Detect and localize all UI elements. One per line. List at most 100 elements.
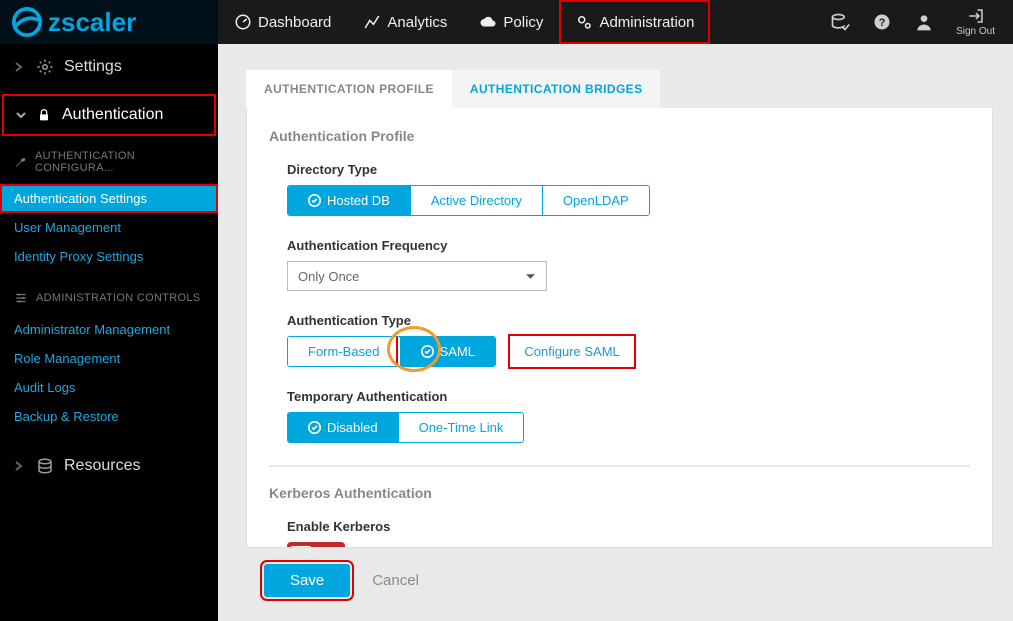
directory-type-active-directory[interactable]: Active Directory — [410, 186, 542, 215]
section-kerberos: Kerberos Authentication — [269, 485, 970, 501]
enable-kerberos-label: Enable Kerberos — [287, 519, 970, 534]
sidebar-link-auth-settings[interactable]: Authentication Settings — [0, 184, 218, 213]
seg-label: Form-Based — [308, 344, 380, 359]
auth-type-segment: Form-Based SAML — [287, 336, 496, 367]
signout-button[interactable]: Sign Out — [956, 7, 995, 37]
lock-icon — [36, 107, 52, 123]
tab-label: AUTHENTICATION BRIDGES — [470, 82, 643, 96]
section-auth-profile: Authentication Profile — [269, 128, 970, 144]
tab-auth-bridges[interactable]: AUTHENTICATION BRIDGES — [452, 70, 661, 108]
configure-saml-label: Configure SAML — [524, 344, 619, 359]
sidebar-link-user-management[interactable]: User Management — [0, 213, 218, 242]
field-temp-auth: Temporary Authentication Disabled One-Ti… — [287, 389, 970, 443]
database-icon — [36, 457, 54, 475]
tab-auth-profile[interactable]: AUTHENTICATION PROFILE — [246, 70, 452, 108]
sidebar-link-label: User Management — [14, 220, 121, 235]
brand-name: zscaler — [48, 7, 136, 38]
temp-auth-disabled[interactable]: Disabled — [288, 413, 398, 442]
directory-type-segment: Hosted DB Active Directory OpenLDAP — [287, 185, 650, 216]
sidebar-link-identity-proxy[interactable]: Identity Proxy Settings — [0, 242, 218, 271]
brand-logo: zscaler — [0, 0, 218, 44]
auth-type-saml[interactable]: SAML — [400, 337, 495, 366]
chevron-down-icon — [16, 107, 26, 123]
sidebar-link-label: Audit Logs — [14, 380, 75, 395]
gears-icon — [575, 13, 593, 31]
configure-saml-link[interactable]: Configure SAML — [512, 338, 631, 365]
auth-type-label: Authentication Type — [287, 313, 970, 328]
sidebar-link-label: Identity Proxy Settings — [14, 249, 143, 264]
auth-profile-panel: Authentication Profile Directory Type Ho… — [246, 108, 993, 548]
analytics-icon — [363, 13, 381, 31]
field-enable-kerberos: Enable Kerberos — [287, 519, 970, 548]
nav-policy-label: Policy — [503, 14, 543, 31]
nav-dashboard-label: Dashboard — [258, 14, 331, 31]
temp-auth-label: Temporary Authentication — [287, 389, 970, 404]
field-auth-frequency: Authentication Frequency Only Once — [287, 238, 970, 291]
sidebar-link-label: Role Management — [14, 351, 120, 366]
tabs: AUTHENTICATION PROFILE AUTHENTICATION BR… — [246, 70, 993, 108]
temp-auth-segment: Disabled One-Time Link — [287, 412, 524, 443]
directory-type-openldap[interactable]: OpenLDAP — [542, 186, 649, 215]
brand-swirl-icon — [12, 7, 42, 37]
sidebar-resources[interactable]: Resources — [0, 443, 218, 489]
sidebar-authentication[interactable]: Authentication — [2, 94, 216, 136]
sidebar-settings-label: Settings — [64, 58, 122, 76]
field-auth-type: Authentication Type Form-Based SAML Conf… — [287, 313, 970, 367]
chevron-right-icon — [14, 62, 24, 72]
directory-type-label: Directory Type — [287, 162, 970, 177]
temp-auth-one-time-link[interactable]: One-Time Link — [398, 413, 524, 442]
cancel-label: Cancel — [372, 572, 419, 589]
sidebar-link-admin-management[interactable]: Administrator Management — [0, 315, 218, 344]
check-circle-icon — [308, 421, 321, 434]
sidebar-settings[interactable]: Settings — [0, 44, 218, 90]
sidebar: Settings Authentication AUTHENTICATION C… — [0, 44, 218, 621]
svg-text:?: ? — [879, 17, 886, 29]
topnav: Dashboard Analytics Policy Administratio… — [218, 0, 710, 44]
signout-icon — [967, 7, 985, 25]
cloud-icon — [479, 13, 497, 31]
sliders-icon — [14, 291, 28, 305]
nav-dashboard[interactable]: Dashboard — [218, 0, 347, 44]
nav-analytics[interactable]: Analytics — [347, 0, 463, 44]
sidebar-link-role-management[interactable]: Role Management — [0, 344, 218, 373]
nav-administration[interactable]: Administration — [559, 0, 710, 44]
check-circle-icon — [308, 194, 321, 207]
sidebar-group-auth-config: AUTHENTICATION CONFIGURA... — [0, 140, 218, 184]
check-circle-icon — [421, 345, 434, 358]
save-button[interactable]: Save — [264, 564, 350, 597]
seg-label: OpenLDAP — [563, 193, 629, 208]
user-icon[interactable] — [914, 12, 934, 32]
sidebar-group-admin-controls-label: ADMINISTRATION CONTROLS — [36, 292, 200, 304]
gear-icon — [36, 58, 54, 76]
sidebar-group-admin-controls: ADMINISTRATION CONTROLS — [0, 281, 218, 315]
sidebar-link-backup-restore[interactable]: Backup & Restore — [0, 402, 218, 431]
enable-kerberos-toggle[interactable] — [287, 542, 345, 548]
seg-label: Active Directory — [431, 193, 522, 208]
toggle-knob — [290, 546, 312, 548]
auth-type-form-based[interactable]: Form-Based — [288, 337, 400, 366]
nav-policy[interactable]: Policy — [463, 0, 559, 44]
sidebar-group-auth-config-label: AUTHENTICATION CONFIGURA... — [35, 150, 204, 174]
auth-frequency-label: Authentication Frequency — [287, 238, 970, 253]
footer-actions: Save Cancel — [246, 548, 993, 597]
db-check-icon[interactable] — [830, 12, 850, 32]
sidebar-authentication-label: Authentication — [62, 106, 163, 124]
topbar-right: ? Sign Out — [830, 0, 1013, 44]
seg-label: Hosted DB — [327, 193, 390, 208]
signout-label: Sign Out — [956, 26, 995, 37]
sidebar-link-audit-logs[interactable]: Audit Logs — [0, 373, 218, 402]
sidebar-link-label: Authentication Settings — [14, 191, 147, 206]
help-icon[interactable]: ? — [872, 12, 892, 32]
auth-frequency-select[interactable]: Only Once — [287, 261, 547, 291]
nav-administration-label: Administration — [599, 14, 694, 31]
seg-label: Disabled — [327, 420, 378, 435]
chevron-down-icon — [525, 271, 536, 282]
tab-label: AUTHENTICATION PROFILE — [264, 82, 434, 96]
seg-label: One-Time Link — [419, 420, 504, 435]
cancel-button[interactable]: Cancel — [372, 572, 419, 589]
directory-type-hosted-db[interactable]: Hosted DB — [288, 186, 410, 215]
seg-label: SAML — [440, 344, 475, 359]
wrench-icon — [14, 155, 27, 169]
auth-frequency-value: Only Once — [298, 269, 359, 284]
field-directory-type: Directory Type Hosted DB Active Director… — [287, 162, 970, 216]
